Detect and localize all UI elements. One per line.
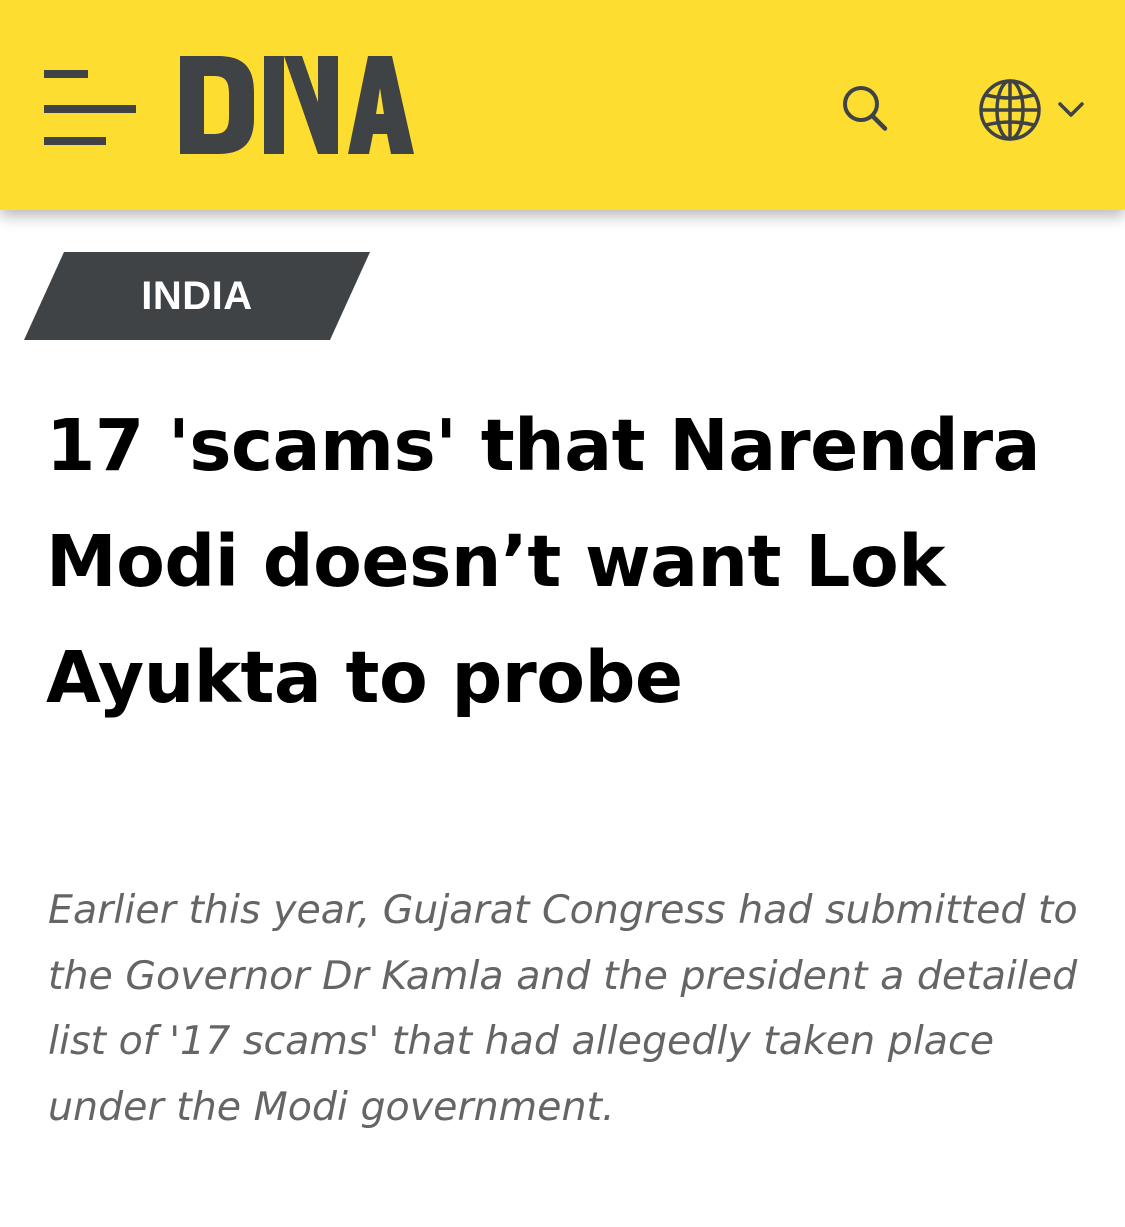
site-header	[0, 0, 1125, 210]
article-summary: Earlier this year, Gujarat Congress had …	[48, 887, 1078, 1130]
search-button[interactable]	[836, 80, 896, 140]
dna-logo-mark	[180, 56, 414, 154]
dna-logo[interactable]	[178, 52, 418, 158]
hamburger-menu-icon[interactable]	[44, 70, 136, 150]
globe-icon	[979, 79, 1041, 141]
search-icon	[843, 86, 888, 131]
language-selector[interactable]	[974, 76, 1094, 144]
category-tag[interactable]: INDIA	[24, 252, 370, 340]
chevron-down-icon	[1058, 102, 1084, 117]
category-label: INDIA	[141, 274, 253, 318]
article-headline: 17 'scams' that Narendra Modi doesn’t wa…	[46, 404, 1041, 719]
